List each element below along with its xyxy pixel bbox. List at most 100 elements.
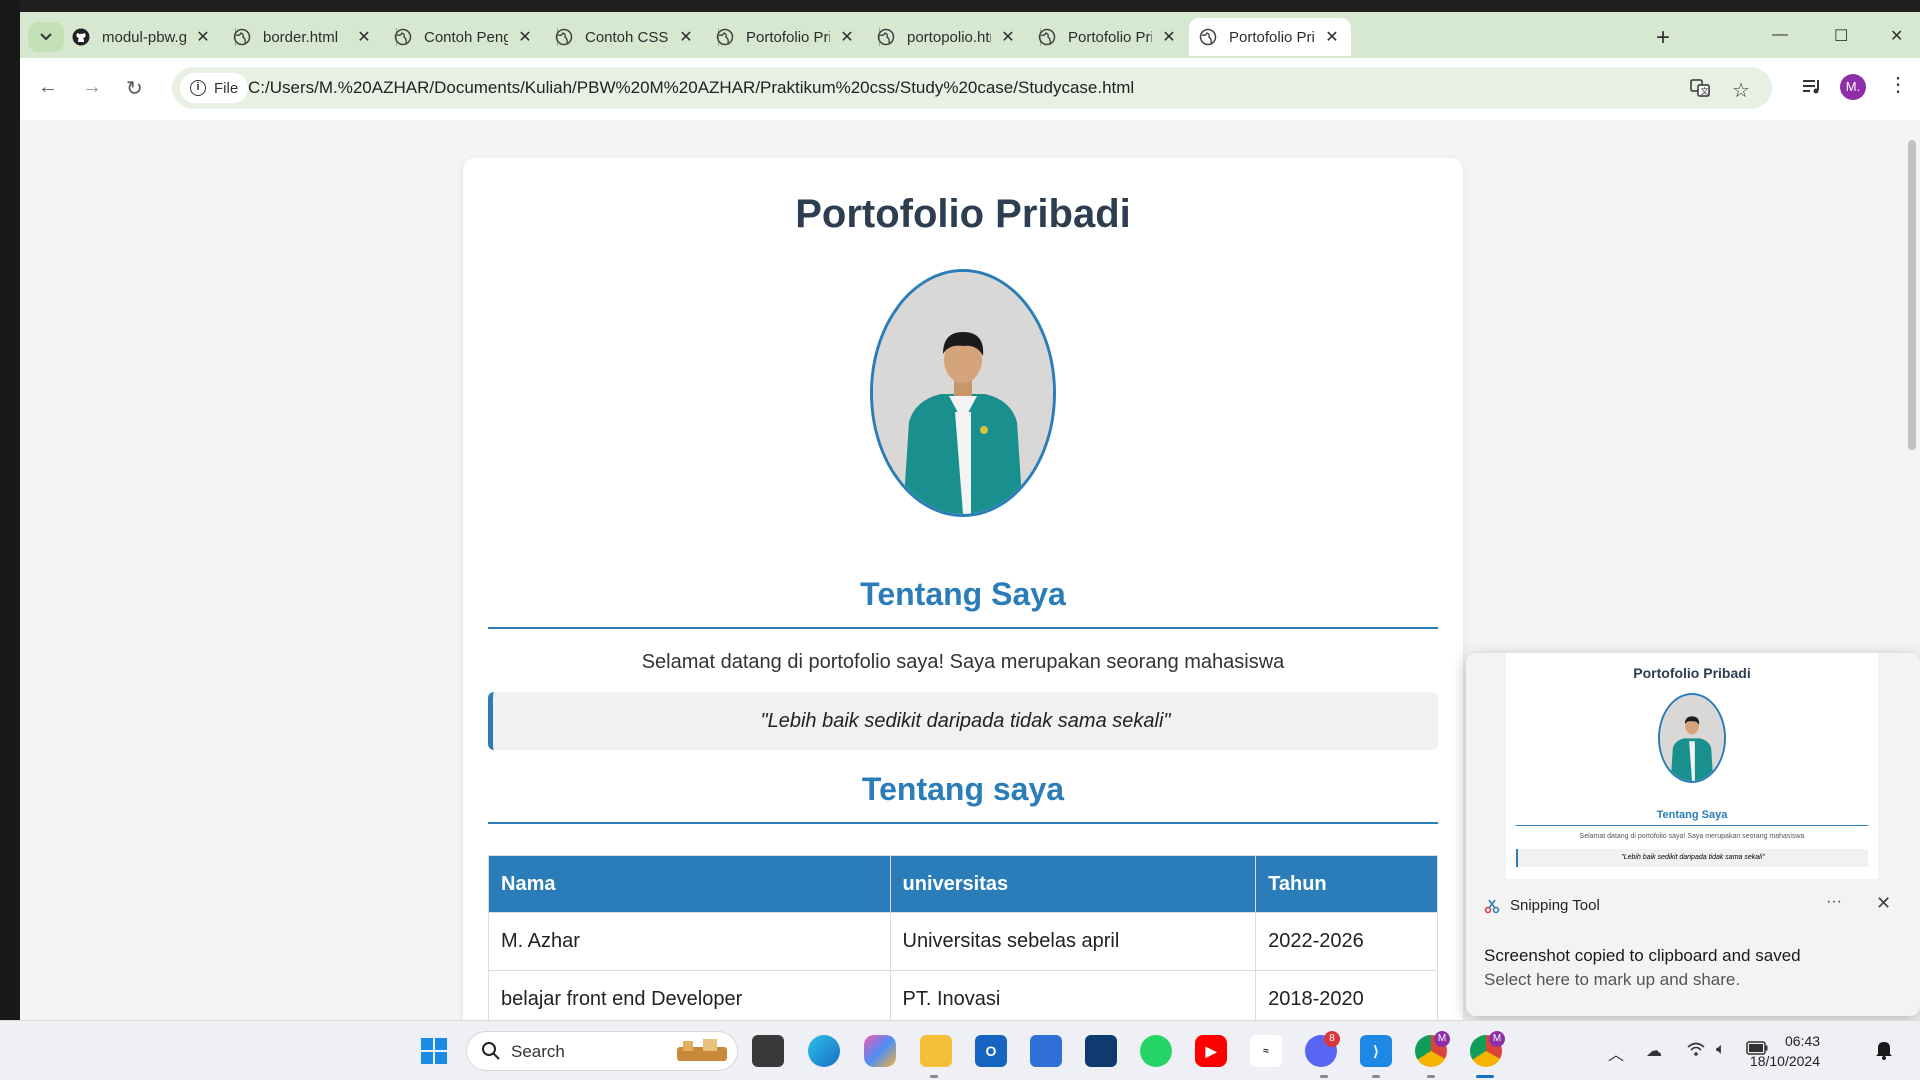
- file-explorer-icon[interactable]: [920, 1035, 952, 1067]
- scheme-label: File: [214, 79, 239, 97]
- translate-icon[interactable]: 文: [1690, 78, 1710, 104]
- close-icon[interactable]: ✕: [1876, 893, 1891, 914]
- chevron-up-icon[interactable]: ︿: [1608, 1041, 1624, 1065]
- close-icon[interactable]: ✕: [1323, 27, 1341, 47]
- clock-time[interactable]: 06:43: [1740, 1033, 1820, 1049]
- section-heading-about: Tentang Saya: [860, 576, 1066, 612]
- globe-icon: [1199, 28, 1217, 46]
- scrollbar-thumb[interactable]: [1908, 140, 1916, 450]
- tab-portopolio-html[interactable]: portopolio.html ✕: [867, 18, 1027, 56]
- chrome-profile-badge: M: [1489, 1031, 1505, 1047]
- site-info-chip[interactable]: i File: [180, 73, 249, 103]
- close-icon[interactable]: ✕: [516, 27, 534, 47]
- table-cell: belajar front end Developer: [488, 970, 891, 1020]
- whatsapp-icon[interactable]: [1140, 1035, 1172, 1067]
- new-tab-button[interactable]: +: [1656, 24, 1670, 52]
- tab-portofolio-2[interactable]: Portofolio Priba ✕: [1028, 18, 1188, 56]
- snipping-header: Snipping Tool: [1484, 897, 1600, 914]
- quote-block: "Lebih baik sedikit daripada tidak sama …: [488, 692, 1438, 750]
- thumbnail-photo: [1658, 693, 1726, 783]
- task-view-icon[interactable]: [752, 1035, 784, 1067]
- table-cell: 2018-2020: [1255, 970, 1438, 1020]
- outlook-icon[interactable]: O: [975, 1035, 1007, 1067]
- tab-title: Contoh CSS Pro: [585, 28, 669, 46]
- table-row: belajar front end Developer PT. Inovasi …: [488, 970, 1438, 1020]
- snipping-subtext: Select here to mark up and share.: [1484, 970, 1741, 989]
- forward-button[interactable]: →: [82, 76, 102, 99]
- tab-title: portopolio.html: [907, 28, 991, 46]
- globe-icon: [1038, 28, 1056, 46]
- table-cell: M. Azhar: [488, 912, 891, 971]
- taskbar: Search O ▶ ≈ 8 ⟩ M M ︿ ☁ 🔈︎ 06:43 18/10/…: [0, 1020, 1920, 1080]
- app-icon-2[interactable]: ≈: [1250, 1035, 1282, 1067]
- snipping-tool-notification[interactable]: Portofolio Pribadi Tentang Saya Selamat …: [1466, 653, 1920, 1016]
- search-icon: [482, 1042, 500, 1060]
- close-icon[interactable]: ✕: [194, 27, 212, 47]
- active-indicator: [1476, 1075, 1494, 1078]
- running-indicator: [1320, 1075, 1328, 1078]
- tab-title: Portofolio Priba: [1068, 28, 1152, 46]
- thumbnail-heading: Tentang Saya: [1656, 809, 1728, 821]
- profile-avatar[interactable]: M.: [1840, 74, 1866, 100]
- table-row: M. Azhar Universitas sebelas april 2022-…: [488, 912, 1438, 971]
- tab-title: Portofolio Priba: [746, 28, 830, 46]
- thumbnail-quote: "Lebih baik sedikit daripada tidak sama …: [1516, 849, 1868, 867]
- tab-border[interactable]: border.html ✕: [223, 18, 383, 56]
- close-icon[interactable]: ✕: [677, 27, 695, 47]
- globe-icon: [394, 28, 412, 46]
- tab-title: modul-pbw.gith: [102, 28, 186, 46]
- close-icon[interactable]: ✕: [838, 27, 856, 47]
- tab-bar: modul-pbw.gith ✕ border.html ✕ Contoh Pe…: [20, 12, 1920, 58]
- volume-icon[interactable]: 🔈︎: [1716, 1041, 1726, 1059]
- browser-toolbar: ← → ↻ i File C:/Users/M.%20AZHAR/Documen…: [20, 58, 1920, 120]
- tab-portofolio-active[interactable]: Portofolio Priba ✕: [1189, 18, 1351, 56]
- youtube-icon[interactable]: ▶: [1195, 1035, 1227, 1067]
- address-bar[interactable]: i File C:/Users/M.%20AZHAR/Documents/Kul…: [172, 67, 1772, 109]
- profile-photo: [870, 269, 1056, 517]
- table-header-universitas: universitas: [889, 855, 1257, 913]
- taskbar-search[interactable]: Search: [466, 1031, 738, 1071]
- thumbnail-divider: [1516, 825, 1868, 826]
- search-placeholder: Search: [511, 1042, 565, 1061]
- app-icon[interactable]: [1085, 1035, 1117, 1067]
- url-text[interactable]: C:/Users/M.%20AZHAR/Documents/Kuliah/PBW…: [248, 78, 1134, 98]
- cloud-icon[interactable]: ☁: [1646, 1041, 1662, 1061]
- back-button[interactable]: ←: [38, 76, 58, 99]
- browser-menu-icon[interactable]: ⋮: [1888, 72, 1908, 97]
- running-indicator: [1372, 1075, 1380, 1078]
- table-header-nama: Nama: [488, 855, 891, 913]
- bookmark-star-icon[interactable]: ☆: [1732, 78, 1750, 103]
- tab-modul-pbw[interactable]: modul-pbw.gith ✕: [62, 18, 222, 56]
- tab-portofolio-1[interactable]: Portofolio Priba ✕: [706, 18, 866, 56]
- minimize-button[interactable]: —: [1772, 26, 1788, 44]
- close-window-button[interactable]: ✕: [1890, 26, 1903, 46]
- more-options-icon[interactable]: ···: [1826, 893, 1842, 911]
- windows-start-icon[interactable]: [418, 1035, 450, 1067]
- reload-button[interactable]: ↻: [126, 76, 143, 101]
- clock-date[interactable]: 18/10/2024: [1740, 1053, 1820, 1069]
- tab-contoh-css[interactable]: Contoh CSS Pro ✕: [545, 18, 705, 56]
- wifi-icon[interactable]: [1686, 1041, 1706, 1062]
- vscode-icon[interactable]: ⟩: [1360, 1035, 1392, 1067]
- snipping-app-name: Snipping Tool: [1510, 897, 1600, 914]
- globe-icon: [716, 28, 734, 46]
- close-icon[interactable]: ✕: [355, 27, 373, 47]
- maximize-button[interactable]: ☐: [1834, 26, 1848, 46]
- close-icon[interactable]: ✕: [1160, 27, 1178, 47]
- screenshot-thumbnail[interactable]: Portofolio Pribadi Tentang Saya Selamat …: [1506, 653, 1878, 879]
- media-controls-icon[interactable]: [1802, 78, 1822, 102]
- snipping-message: Screenshot copied to clipboard and saved: [1484, 946, 1801, 965]
- table-header-tahun: Tahun: [1255, 855, 1438, 913]
- store-icon[interactable]: [1030, 1035, 1062, 1067]
- tab-search-button[interactable]: [28, 22, 64, 52]
- close-icon[interactable]: ✕: [999, 27, 1017, 47]
- copilot-icon[interactable]: [864, 1035, 896, 1067]
- scissors-icon: [1484, 899, 1500, 913]
- tab-contoh-penggunaan[interactable]: Contoh Penggu ✕: [384, 18, 544, 56]
- discord-badge: 8: [1324, 1031, 1340, 1047]
- svg-text:文: 文: [1701, 86, 1709, 96]
- edge-icon[interactable]: [808, 1035, 840, 1067]
- notification-bell-icon[interactable]: [1874, 1039, 1894, 1061]
- tab-title: Portofolio Priba: [1229, 28, 1315, 46]
- search-highlight-icon: [677, 1039, 727, 1061]
